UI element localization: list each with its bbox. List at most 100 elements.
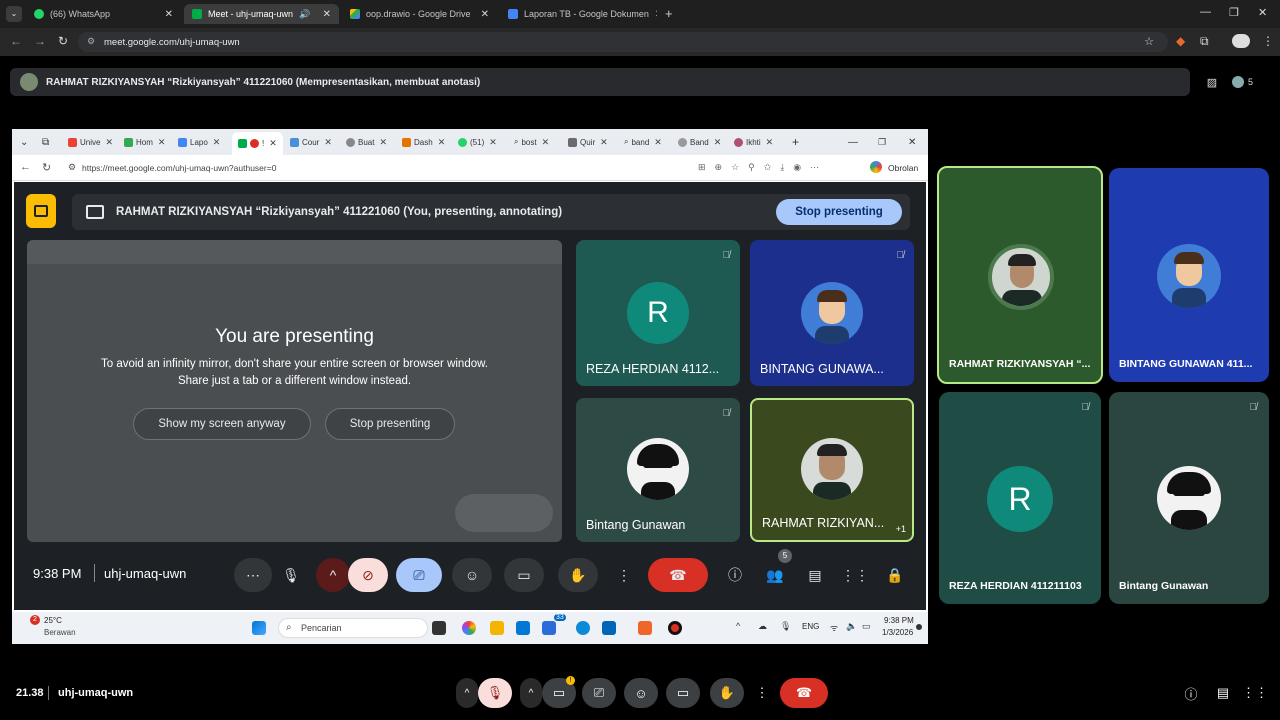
workspaces-icon[interactable]: ⧉ xyxy=(42,134,49,150)
network-tray-icon[interactable]: ☁ xyxy=(758,621,767,632)
inner-tab[interactable]: Lapo ✕ xyxy=(178,134,220,150)
site-info-icon[interactable]: ⚙ xyxy=(87,36,95,47)
inner-tab[interactable]: Band ✕ xyxy=(678,134,721,150)
stop-presenting-button-2[interactable]: Stop presenting xyxy=(325,408,455,440)
back-icon[interactable]: ← xyxy=(10,34,22,48)
taskbar-search[interactable]: ⌕ Pencarian xyxy=(278,618,428,638)
video-options-button[interactable]: ^ xyxy=(316,558,350,592)
participant-tile[interactable]: 🎙̸ Bintang Gunawan xyxy=(576,398,740,542)
task-view-icon[interactable] xyxy=(432,621,446,635)
meeting-info-button[interactable]: ⓘ xyxy=(1176,678,1206,708)
end-call-button[interactable]: ☎ xyxy=(780,678,828,708)
screen-share-indicator[interactable] xyxy=(26,194,56,228)
participant-tile[interactable]: 🎙̸ Bintang Gunawan xyxy=(1109,392,1269,604)
tab-meet[interactable]: Meet - uhj-umaq-uwn 🔊 ✕ xyxy=(184,4,339,24)
camera-toggle-button[interactable]: ⊘ xyxy=(348,558,388,592)
minimize-icon[interactable]: — xyxy=(848,134,858,150)
activities-button[interactable]: ⋮⋮ xyxy=(1240,678,1270,708)
host-controls-button[interactable]: 🔒 xyxy=(880,558,910,592)
inner-tab[interactable]: Hom ✕ xyxy=(124,134,165,150)
new-tab-button[interactable]: + xyxy=(665,6,673,21)
inner-tab[interactable]: Dash ✕ xyxy=(402,134,445,150)
tab-docs[interactable]: Laporan TB - Google Dokumen ✕ xyxy=(500,4,657,24)
raise-hand-button[interactable]: ✋ xyxy=(558,558,598,592)
tab-drive[interactable]: oop.drawio - Google Drive ✕ xyxy=(342,4,497,24)
close-icon[interactable]: ✕ xyxy=(655,9,657,20)
wifi-icon[interactable]: ᯤ xyxy=(830,621,838,634)
store-icon[interactable] xyxy=(516,621,530,635)
inner-tab[interactable]: ⌕ band ✕ xyxy=(624,134,662,150)
chat-button[interactable]: ▤ xyxy=(800,558,830,592)
end-call-button[interactable]: ☎ xyxy=(648,558,708,592)
forward-icon[interactable]: → xyxy=(34,34,46,48)
mic-tray-icon[interactable]: 🎙 xyxy=(780,621,791,632)
captions-button[interactable]: ▭ xyxy=(666,678,700,708)
more-options-button[interactable]: ⋮ xyxy=(752,678,772,708)
video-options-button[interactable]: ^ xyxy=(520,678,542,708)
inner-tab[interactable]: (51) ✕ xyxy=(458,134,497,150)
app-icon[interactable] xyxy=(638,621,652,635)
speaker-icon[interactable]: 🔊 xyxy=(299,9,310,20)
inner-url-field[interactable]: https://meet.google.com/uhj-umaq-uwn?aut… xyxy=(82,163,276,173)
meeting-info-button[interactable]: ⓘ xyxy=(720,558,750,592)
back-icon[interactable]: ← xyxy=(20,161,31,173)
participants-button[interactable]: 5 xyxy=(1232,72,1253,92)
stop-presenting-button[interactable]: Stop presenting xyxy=(776,199,902,225)
url-field[interactable]: ⚙ meet.google.com/uhj-umaq-uwn ☆ xyxy=(78,32,1168,52)
raise-hand-button[interactable]: ✋ xyxy=(710,678,744,708)
notification-icon[interactable] xyxy=(916,624,922,630)
participant-tile-active[interactable]: RAHMAT RIZKIYAN... +1 xyxy=(750,398,914,542)
people-button[interactable]: 👥 xyxy=(760,558,790,592)
inner-tab[interactable]: ⌕ bost ✕ xyxy=(514,134,549,150)
reload-icon[interactable]: ↻ xyxy=(58,34,68,48)
reload-icon[interactable]: ↻ xyxy=(42,161,51,174)
participant-tile[interactable]: 🎙̸ R REZA HERDIAN 4112... xyxy=(576,240,740,386)
taskbar-clock[interactable]: 9:38 PM xyxy=(884,616,914,625)
menu-kebab-icon[interactable]: ⋮ xyxy=(1262,34,1274,48)
show-screen-anyway-button[interactable]: Show my screen anyway xyxy=(133,408,311,440)
close-icon[interactable]: ✕ xyxy=(481,9,489,20)
close-window-icon[interactable]: ✕ xyxy=(908,134,916,150)
volume-icon[interactable]: 🔈 xyxy=(846,621,857,632)
reactions-button[interactable]: ☺ xyxy=(452,558,492,592)
new-tab-button[interactable]: + xyxy=(792,134,799,150)
chevron-up-icon[interactable]: ^ xyxy=(736,621,740,631)
participant-tile[interactable]: 🎙̸ BINTANG GUNAWA... xyxy=(750,240,914,386)
vscode-icon[interactable] xyxy=(602,621,616,635)
microphone-button[interactable]: 🎙 xyxy=(272,558,310,592)
chevron-down-icon[interactable]: ⌄ xyxy=(20,134,28,150)
maximize-icon[interactable]: ❐ xyxy=(1229,6,1239,19)
toolbar-icons[interactable]: ⊞⊕☆⚲✩⤓◉⋯ xyxy=(698,162,828,173)
close-icon[interactable]: ✕ xyxy=(165,9,173,20)
profile-icon[interactable] xyxy=(1232,34,1250,48)
maximize-icon[interactable]: ❐ xyxy=(878,134,886,150)
extension-icon[interactable]: ◆ xyxy=(1176,34,1185,48)
present-button[interactable]: ⎚ xyxy=(396,558,442,592)
close-window-icon[interactable]: ✕ xyxy=(1258,6,1267,19)
chat-button[interactable]: Obrolan xyxy=(888,163,918,173)
participant-tile[interactable]: BINTANG GUNAWAN 411... xyxy=(1109,168,1269,382)
site-info-icon[interactable]: ⚙ xyxy=(68,162,76,173)
inner-tab[interactable]: Unive ✕ xyxy=(68,134,113,150)
inner-tab[interactable]: Ikhti ✕ xyxy=(734,134,773,150)
inner-tab[interactable]: Quir ✕ xyxy=(568,134,608,150)
battery-icon[interactable]: ▭ xyxy=(862,621,871,632)
edge-icon[interactable] xyxy=(576,621,590,635)
extensions-puzzle-icon[interactable]: ⧉ xyxy=(1200,34,1209,49)
inner-tab[interactable]: Buat ✕ xyxy=(346,134,387,150)
language-indicator[interactable]: ENG xyxy=(802,622,819,631)
recorder-icon[interactable] xyxy=(668,621,682,635)
captions-button[interactable]: ▭ xyxy=(504,558,544,592)
participant-tile[interactable]: 🎙̸ R REZA HERDIAN 411211103 xyxy=(939,392,1101,604)
present-button[interactable]: ⎚ xyxy=(582,678,616,708)
more-vert-button[interactable]: ⋮ xyxy=(612,558,636,592)
bookmark-star-icon[interactable]: ☆ xyxy=(1144,35,1154,48)
tab-whatsapp[interactable]: (66) WhatsApp ✕ xyxy=(26,4,181,24)
audio-options-button[interactable]: ^ xyxy=(456,678,478,708)
participant-tile-active[interactable]: RAHMAT RIZKIYANSYAH “... xyxy=(937,166,1103,384)
inner-tab-active[interactable]: ! ✕ xyxy=(232,132,283,155)
tab-search-icon[interactable]: ⌄ xyxy=(6,6,22,22)
weather-temp[interactable]: 25°C xyxy=(44,616,62,625)
more-options-button[interactable]: ⋯ xyxy=(234,558,272,592)
reactions-button[interactable]: ☺ xyxy=(624,678,658,708)
